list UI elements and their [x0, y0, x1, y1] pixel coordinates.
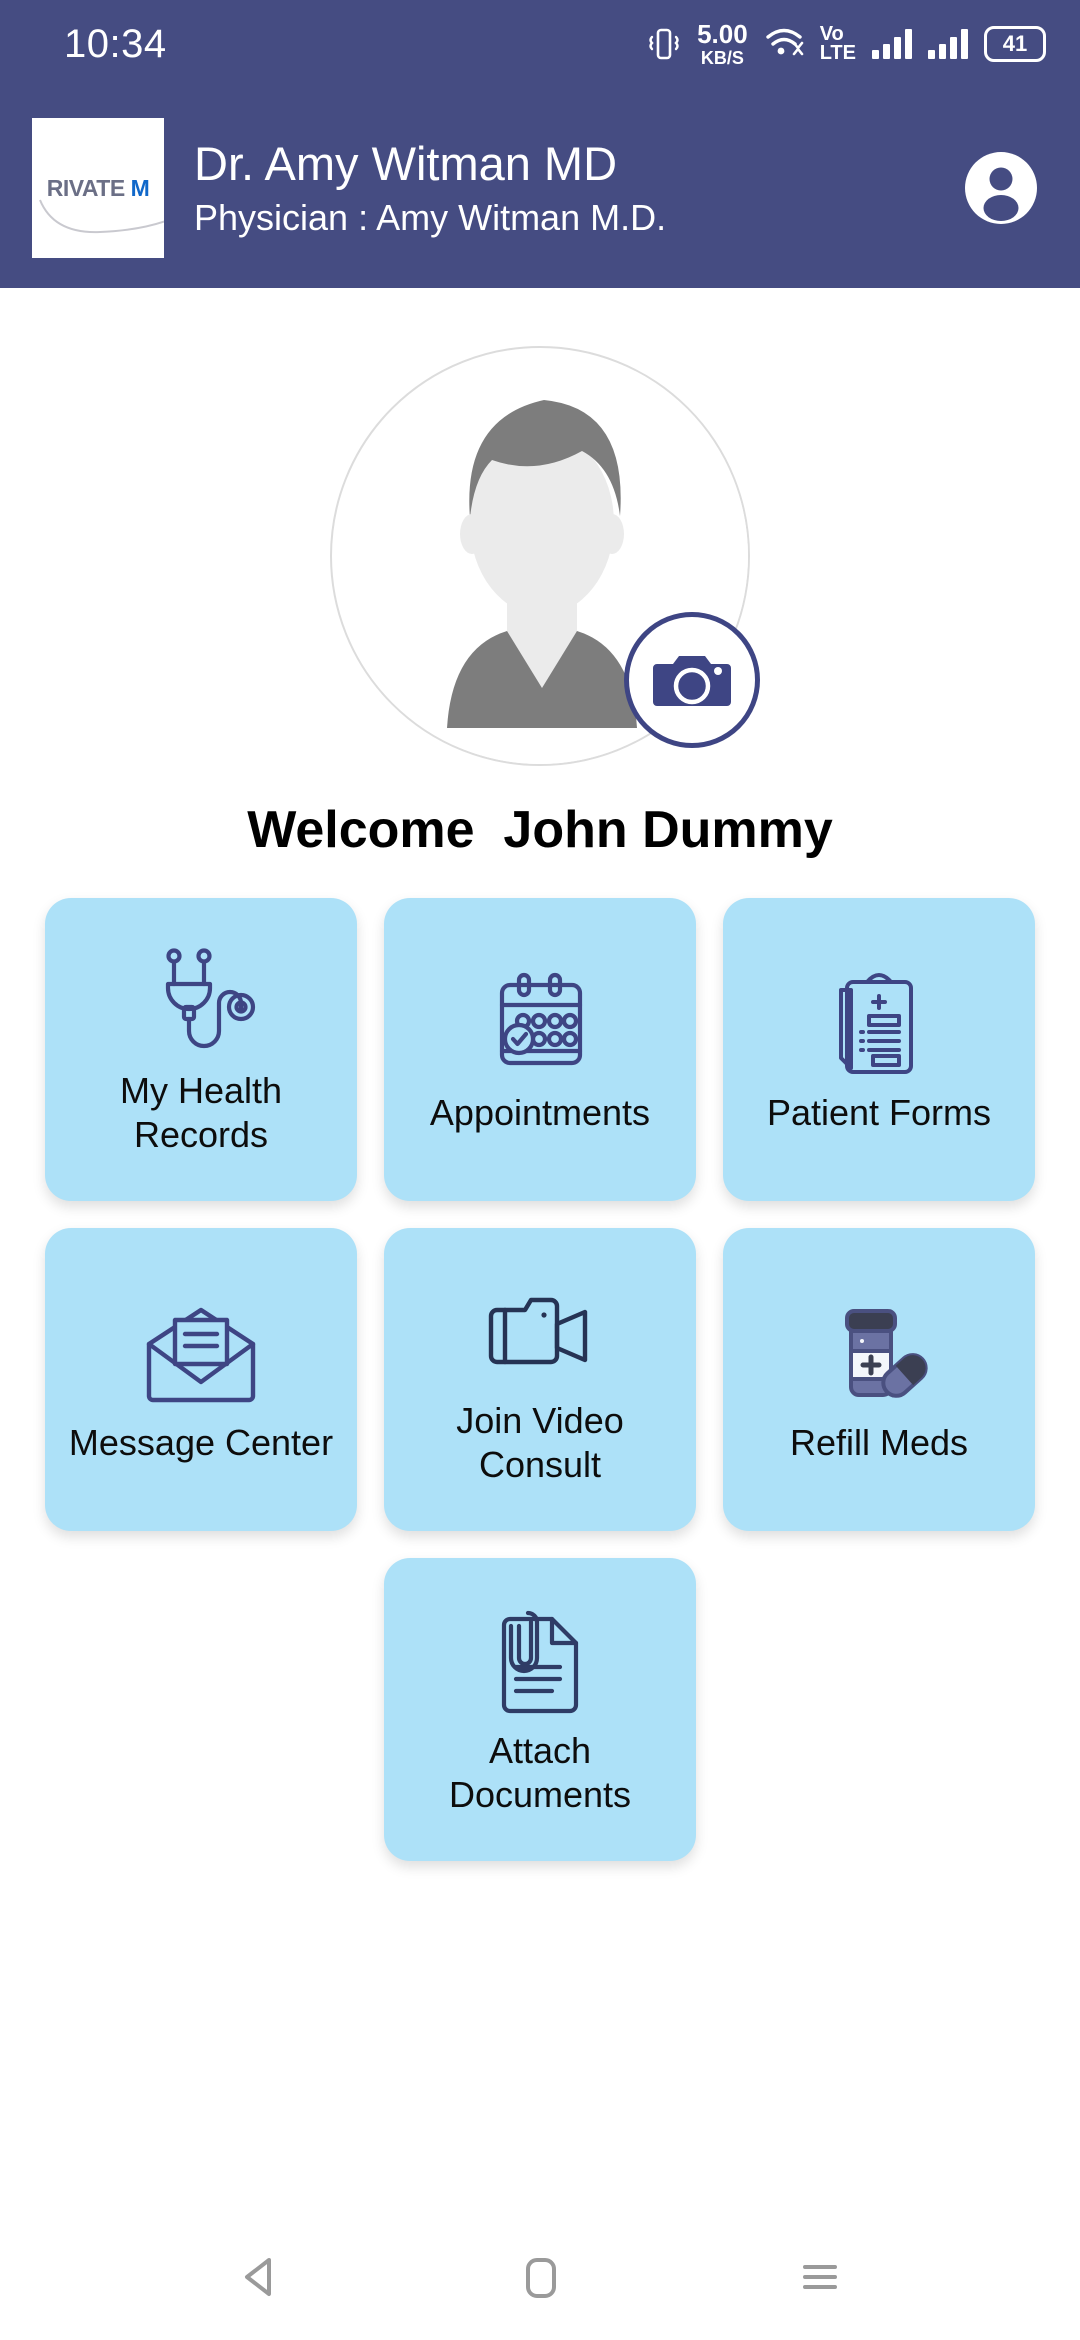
recents-button[interactable]	[760, 2232, 880, 2322]
clipboard-medical-icon	[829, 965, 929, 1085]
video-camera-icon	[485, 1273, 595, 1393]
menu-row: Attach Documents	[384, 1558, 696, 1861]
wifi-icon	[764, 26, 804, 63]
menu-row: My Health Records Appointments Patient F…	[45, 898, 1035, 1201]
app-header: RIVATE M Dr. Amy Witman MD Physician : A…	[0, 88, 1080, 288]
page-title: Dr. Amy Witman MD	[194, 136, 618, 190]
menu-row: Message Center Join Video Consult Refill…	[45, 1228, 1035, 1531]
account-circle-icon[interactable]	[962, 149, 1040, 227]
tile-label: Appointments	[429, 1091, 651, 1133]
profile-photo-area	[330, 346, 760, 766]
logo-swoosh-icon	[39, 199, 164, 234]
tile-refill-meds[interactable]: Refill Meds	[723, 1228, 1035, 1531]
signal-bars-icon-sim1	[872, 29, 912, 59]
phone-screen: 10:34 5.00 KB/S Vo LTE 41 RIVATE M Dr. A…	[0, 0, 1080, 2340]
network-speed-indicator: 5.00 KB/S	[697, 21, 748, 67]
back-triangle-icon	[245, 2258, 271, 2296]
network-speed-value: 5.00	[697, 19, 748, 49]
clinic-logo: RIVATE M	[32, 118, 164, 258]
tile-patient-forms[interactable]: Patient Forms	[723, 898, 1035, 1201]
home-square-icon	[526, 2258, 556, 2298]
recents-menu-icon	[803, 2265, 837, 2289]
network-speed-unit: KB/S	[700, 48, 744, 68]
system-navigation-bar	[0, 2214, 1080, 2340]
tile-label: My Health Records	[119, 1069, 283, 1155]
calendar-check-icon	[486, 965, 594, 1085]
status-bar: 10:34 5.00 KB/S Vo LTE 41	[0, 0, 1080, 88]
pill-bottle-icon	[825, 1295, 933, 1415]
camera-icon	[653, 656, 731, 706]
tile-my-health-records[interactable]: My Health Records	[45, 898, 357, 1201]
document-paperclip-icon	[492, 1603, 588, 1723]
open-envelope-icon	[145, 1295, 257, 1415]
stethoscope-icon	[146, 943, 256, 1063]
volte-line-2: LTE	[819, 42, 856, 64]
signal-bars-icon-sim2	[928, 29, 968, 59]
menu-grid: My Health Records Appointments Patient F…	[0, 898, 1080, 1861]
battery-indicator: 41	[984, 26, 1046, 62]
tile-appointments[interactable]: Appointments	[384, 898, 696, 1201]
tile-label: Message Center	[68, 1421, 334, 1463]
header-text-block: Dr. Amy Witman MD Physician : Amy Witman…	[194, 136, 962, 240]
status-bar-clock: 10:34	[64, 21, 167, 66]
tile-attach-documents[interactable]: Attach Documents	[384, 1558, 696, 1861]
tile-label: Attach Documents	[448, 1729, 632, 1815]
tile-message-center[interactable]: Message Center	[45, 1228, 357, 1531]
tile-label: Patient Forms	[766, 1091, 992, 1133]
status-bar-icons: 5.00 KB/S Vo LTE 41	[647, 21, 1046, 67]
back-button[interactable]	[200, 2232, 320, 2322]
home-button[interactable]	[480, 2232, 600, 2322]
main-content: Welcome John Dummy My Health Records App…	[0, 288, 1080, 2214]
tile-join-video-consult[interactable]: Join Video Consult	[384, 1228, 696, 1531]
page-subtitle: Physician : Amy Witman M.D.	[194, 197, 667, 239]
vibrate-icon	[647, 26, 681, 62]
welcome-message: Welcome John Dummy	[247, 801, 833, 859]
tile-label: Join Video Consult	[456, 1399, 624, 1485]
volte-indicator: Vo LTE	[819, 24, 856, 64]
tile-label: Refill Meds	[789, 1421, 969, 1463]
change-photo-button[interactable]	[624, 612, 760, 748]
